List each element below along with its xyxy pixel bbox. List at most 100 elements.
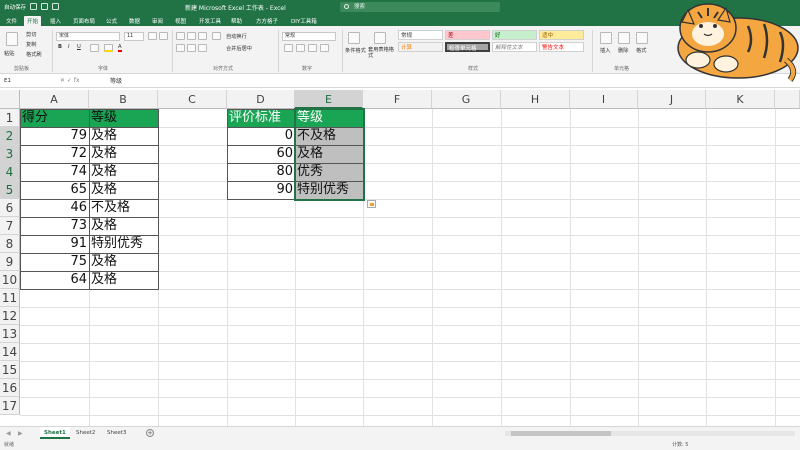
cell-a7[interactable]: 73 (21, 217, 89, 235)
select-all-corner[interactable] (0, 90, 20, 109)
format-cells-button[interactable]: 格式 (636, 47, 646, 54)
prev-sheet-icon[interactable]: ◀ (6, 430, 11, 437)
increase-font-icon[interactable] (148, 32, 157, 40)
style-warning[interactable]: 警告文本 (539, 42, 584, 52)
cell-d3[interactable]: 60 (228, 145, 295, 163)
cell-a8[interactable]: 91 (21, 235, 89, 253)
cell-a9[interactable]: 75 (21, 253, 89, 271)
row-header-11[interactable]: 11 (0, 289, 20, 307)
cell-a6[interactable]: 46 (21, 199, 89, 217)
row-header-15[interactable]: 15 (0, 361, 20, 379)
row-header-16[interactable]: 16 (0, 379, 20, 397)
align-top-icon[interactable] (176, 32, 185, 40)
cell-a4[interactable]: 74 (21, 163, 89, 181)
currency-icon[interactable] (284, 44, 293, 52)
percent-icon[interactable] (296, 44, 305, 52)
add-sheet-icon[interactable]: + (146, 429, 154, 437)
row-header-10[interactable]: 10 (0, 271, 20, 289)
tab-insert[interactable]: 插入 (47, 16, 64, 26)
format-painter-button[interactable]: 格式刷 (26, 51, 42, 58)
cell-d1[interactable]: 评价标准 (228, 109, 295, 127)
row-header-9[interactable]: 9 (0, 253, 20, 271)
cell-a5[interactable]: 65 (21, 181, 89, 199)
align-center-icon[interactable] (187, 44, 196, 52)
decimal-icon[interactable] (320, 44, 329, 52)
column-header-k[interactable]: K (706, 90, 775, 109)
format-as-table-button[interactable]: 套用表格格式 (368, 47, 396, 59)
cell-b1[interactable]: 等级 (90, 109, 158, 127)
style-normal[interactable]: 常规 (398, 30, 443, 40)
bold-icon[interactable]: B (58, 44, 62, 50)
scrollbar-thumb[interactable] (511, 431, 611, 436)
style-calculation[interactable]: 计算 (398, 42, 443, 52)
border-icon[interactable] (90, 44, 99, 52)
column-header-c[interactable]: C (158, 90, 227, 109)
cut-button[interactable]: 剪切 (26, 31, 36, 38)
horizontal-scrollbar[interactable] (505, 431, 795, 436)
merge-center-button[interactable]: 合并后居中 (226, 45, 252, 52)
tab-diy-toolbox[interactable]: DIY工具箱 (288, 16, 320, 26)
conditional-format-button[interactable]: 条件格式 (345, 47, 366, 54)
worksheet-grid[interactable]: A B C D E F G H I J K 1 2 3 4 5 6 7 8 9 … (0, 90, 800, 426)
cell-e2[interactable]: 不及格 (296, 127, 363, 145)
sheet-tab-sheet3[interactable]: Sheet3 (103, 427, 130, 439)
search-box[interactable]: 搜索 (340, 2, 500, 12)
style-check-cell[interactable]: 检查单元格 (445, 42, 490, 52)
cell-e1[interactable]: 等级 (296, 109, 363, 127)
row-header-5[interactable]: 5 (0, 181, 20, 199)
delete-cells-icon[interactable] (618, 32, 630, 44)
undo-icon[interactable] (41, 3, 48, 10)
decrease-font-icon[interactable] (159, 32, 168, 40)
orientation-icon[interactable] (212, 32, 221, 40)
font-name-select[interactable]: 宋体 (56, 32, 120, 41)
cell-b7[interactable]: 及格 (90, 217, 158, 235)
align-bottom-icon[interactable] (198, 32, 207, 40)
align-right-icon[interactable] (198, 44, 207, 52)
cell-d4[interactable]: 80 (228, 163, 295, 181)
paste-options-icon[interactable] (367, 200, 376, 208)
row-header-8[interactable]: 8 (0, 235, 20, 253)
paste-icon[interactable] (6, 32, 18, 46)
insert-cells-button[interactable]: 插入 (600, 47, 610, 54)
paste-button[interactable]: 粘贴 (4, 50, 14, 57)
tab-developer[interactable]: 开发工具 (196, 16, 224, 26)
column-header-a[interactable]: A (20, 90, 89, 109)
delete-cells-button[interactable]: 删除 (618, 47, 628, 54)
row-header-6[interactable]: 6 (0, 199, 20, 217)
column-header-g[interactable]: G (432, 90, 501, 109)
cell-e4[interactable]: 优秀 (296, 163, 363, 181)
tab-fangfang[interactable]: 方方格子 (253, 16, 281, 26)
tab-review[interactable]: 审阅 (149, 16, 166, 26)
cell-a1[interactable]: 得分 (21, 109, 89, 127)
row-header-1[interactable]: 1 (0, 109, 20, 127)
insert-cells-icon[interactable] (600, 32, 612, 44)
row-header-12[interactable]: 12 (0, 307, 20, 325)
comma-icon[interactable] (308, 44, 317, 52)
column-header-f[interactable]: F (363, 90, 432, 109)
conditional-format-icon[interactable] (348, 32, 360, 44)
font-color-icon[interactable]: A (118, 44, 122, 52)
cell-b5[interactable]: 及格 (90, 181, 158, 199)
formula-input[interactable]: 等级 (110, 77, 122, 86)
column-header-j[interactable]: J (638, 90, 706, 109)
tab-data[interactable]: 数据 (126, 16, 143, 26)
column-header-i[interactable]: I (570, 90, 638, 109)
tab-formulas[interactable]: 公式 (103, 16, 120, 26)
wrap-text-button[interactable]: 自动换行 (226, 33, 247, 40)
save-icon[interactable] (30, 3, 37, 10)
tab-file[interactable]: 文件 (3, 16, 20, 26)
cell-d5[interactable]: 90 (228, 181, 295, 199)
row-header-4[interactable]: 4 (0, 163, 20, 181)
cell-b4[interactable]: 及格 (90, 163, 158, 181)
format-as-table-icon[interactable] (374, 32, 386, 44)
row-header-2[interactable]: 2 (0, 127, 20, 145)
font-size-select[interactable]: 11 (124, 32, 144, 41)
tab-page-layout[interactable]: 页面布局 (70, 16, 98, 26)
align-middle-icon[interactable] (187, 32, 196, 40)
column-header-d[interactable]: D (227, 90, 295, 109)
italic-icon[interactable]: I (68, 44, 70, 50)
cell-e5[interactable]: 特别优秀 (296, 181, 363, 199)
row-header-17[interactable]: 17 (0, 397, 20, 415)
autosave-toggle[interactable]: 自动保存 (4, 3, 26, 11)
row-header-3[interactable]: 3 (0, 145, 20, 163)
